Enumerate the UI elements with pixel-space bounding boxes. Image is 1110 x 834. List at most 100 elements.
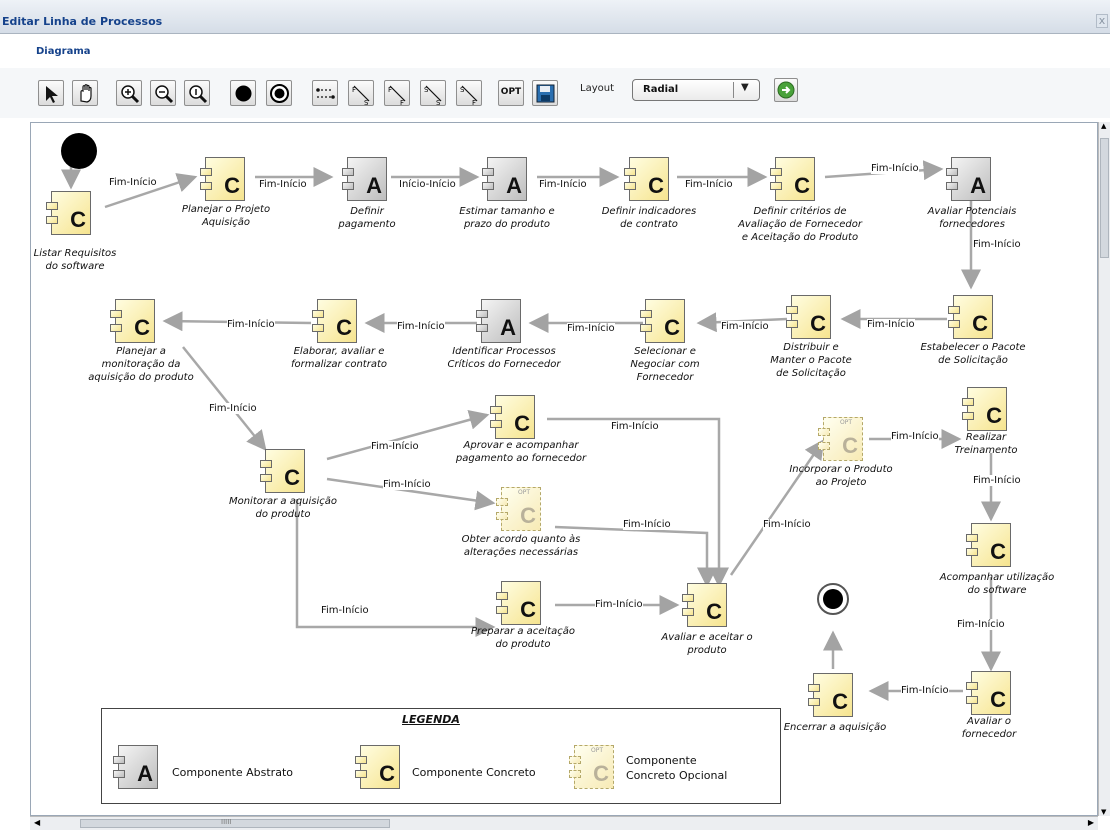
horizontal-scrollbar[interactable]: ◀ IIIII ▶ — [30, 816, 1098, 830]
component-label: Listar Requisitos do software — [33, 248, 117, 272]
component-concrete[interactable]: C — [312, 299, 357, 343]
scroll-left-icon[interactable]: ◀ — [34, 818, 40, 827]
hand-pan-icon[interactable] — [72, 80, 98, 106]
zoom-in-icon[interactable] — [116, 80, 142, 106]
component-letter: A — [506, 173, 522, 198]
legend-concrete-icon: C — [355, 745, 400, 789]
component-concrete[interactable]: C — [682, 583, 727, 627]
flow-link-icon[interactable] — [312, 80, 338, 106]
end-node[interactable] — [817, 583, 849, 615]
component-abstract[interactable]: A — [482, 157, 527, 201]
component-concrete[interactable]: C — [46, 191, 91, 235]
edge-label: Fim-Início — [371, 441, 419, 452]
component-letter: C — [990, 687, 1006, 712]
component-concrete[interactable]: C — [640, 299, 685, 343]
scroll-right-icon[interactable]: ▶ — [1088, 818, 1094, 827]
select-arrow-icon[interactable] — [38, 80, 64, 106]
component-letter: C — [972, 311, 988, 336]
link-sf-icon[interactable]: SF — [456, 80, 482, 107]
svg-text:S: S — [424, 86, 429, 94]
diagram-canvas[interactable]: C Listar Requisitos do software C Planeja… — [30, 122, 1098, 816]
component-letter: C — [986, 403, 1002, 428]
component-letter: C — [70, 207, 86, 232]
start-node[interactable] — [61, 133, 97, 169]
component-optional[interactable]: OPT C — [496, 487, 541, 531]
component-concrete[interactable]: C — [260, 449, 305, 493]
component-letter: A — [366, 173, 382, 198]
save-icon[interactable] — [532, 80, 558, 106]
svg-text:S: S — [460, 86, 465, 94]
component-concrete[interactable]: C — [786, 295, 831, 339]
component-concrete[interactable]: C — [496, 581, 541, 625]
component-letter: C — [514, 411, 530, 436]
component-label: Planejar o Projeto Aquisição — [181, 204, 271, 228]
component-label: Identificar Processos Críticos do Fornece… — [447, 346, 561, 370]
link-ss-icon[interactable]: SS — [420, 80, 446, 107]
opt-label: OPT — [500, 87, 522, 97]
component-concrete[interactable]: C — [110, 299, 155, 343]
component-concrete[interactable]: C — [962, 387, 1007, 431]
component-letter: C — [842, 433, 858, 458]
component-abstract[interactable]: A — [476, 299, 521, 343]
svg-text:S: S — [436, 99, 441, 107]
end-node-icon[interactable] — [266, 80, 292, 106]
component-letter: C — [810, 311, 826, 336]
svg-text:S: S — [364, 99, 369, 107]
component-concrete[interactable]: C — [200, 157, 245, 201]
component-abstract[interactable]: A — [946, 157, 991, 201]
component-label: Obter acordo quanto às alterações necessá… — [461, 534, 581, 558]
close-button[interactable]: x — [1096, 14, 1108, 28]
component-concrete[interactable]: C — [770, 157, 815, 201]
zoom-reset-icon[interactable] — [184, 80, 210, 106]
component-label: Planejar a monitoração da aquisição do pro… — [88, 346, 194, 383]
vertical-scroll-thumb[interactable] — [1100, 138, 1109, 258]
edge-label: Fim-Início — [891, 431, 939, 442]
component-label: Preparar a aceitação do produto — [471, 626, 575, 650]
component-label: Definir pagamento — [338, 206, 396, 230]
component-concrete[interactable]: C — [948, 295, 993, 339]
layout-select[interactable]: Radial ▼ — [632, 79, 760, 101]
component-optional[interactable]: OPT C — [818, 417, 863, 461]
component-label: Realizar Treinamento — [954, 432, 1018, 456]
component-concrete[interactable]: C — [966, 523, 1011, 567]
component-label: Elaborar, avaliar e formalizar contrato — [291, 346, 387, 370]
component-label: Distribuir e Manter o Pacote de Solicitaçã… — [770, 342, 852, 379]
component-label: Encerrar a aquisição — [783, 722, 887, 733]
edge-label: Fim-Início — [595, 599, 643, 610]
edge-label: Fim-Início — [321, 605, 369, 616]
tab-diagrama[interactable]: Diagrama — [36, 46, 90, 57]
component-letter: C — [224, 173, 240, 198]
link-fs-icon[interactable]: FS — [348, 80, 374, 107]
vertical-scrollbar[interactable]: ▲ ▼ — [1098, 122, 1110, 816]
layout-select-value: Radial — [643, 84, 679, 95]
window-title: Editar Linha de Processos — [2, 15, 163, 28]
component-label: Incorporar o Produto ao Projeto — [789, 464, 893, 488]
edge-label: Fim-Início — [259, 179, 307, 190]
window-titlebar: Editar Linha de Processos x — [0, 0, 1110, 34]
component-letter: C — [520, 597, 536, 622]
edge-label: Fim-Início — [397, 321, 445, 332]
opt-button[interactable]: OPT — [498, 80, 524, 106]
legend: LEGENDA A Componente Abstrato C Componen… — [101, 708, 781, 804]
component-label: Avaliar o fornecedor — [961, 716, 1017, 740]
svg-text:F: F — [400, 99, 404, 107]
scroll-down-icon[interactable]: ▼ — [1101, 808, 1106, 816]
component-letter: C — [336, 315, 352, 340]
link-ff-icon[interactable]: FF — [384, 80, 410, 107]
component-letter: A — [970, 173, 986, 198]
start-node-icon[interactable] — [230, 80, 256, 106]
horizontal-scroll-thumb[interactable]: IIIII — [80, 818, 390, 828]
component-label: Estimar tamanho e prazo do produto — [459, 206, 555, 230]
component-letter: C — [664, 315, 680, 340]
apply-layout-button[interactable] — [774, 78, 798, 102]
component-concrete[interactable]: C — [624, 157, 669, 201]
chevron-down-icon: ▼ — [741, 82, 749, 93]
component-abstract[interactable]: A — [342, 157, 387, 201]
component-concrete[interactable]: C — [490, 395, 535, 439]
zoom-out-icon[interactable] — [150, 80, 176, 106]
edge-label: Fim-Início — [227, 319, 275, 330]
component-concrete[interactable]: C — [966, 671, 1011, 715]
component-concrete[interactable]: C — [808, 673, 853, 717]
scroll-up-icon[interactable]: ▲ — [1101, 122, 1106, 130]
edge-label: Fim-Início — [685, 179, 733, 190]
